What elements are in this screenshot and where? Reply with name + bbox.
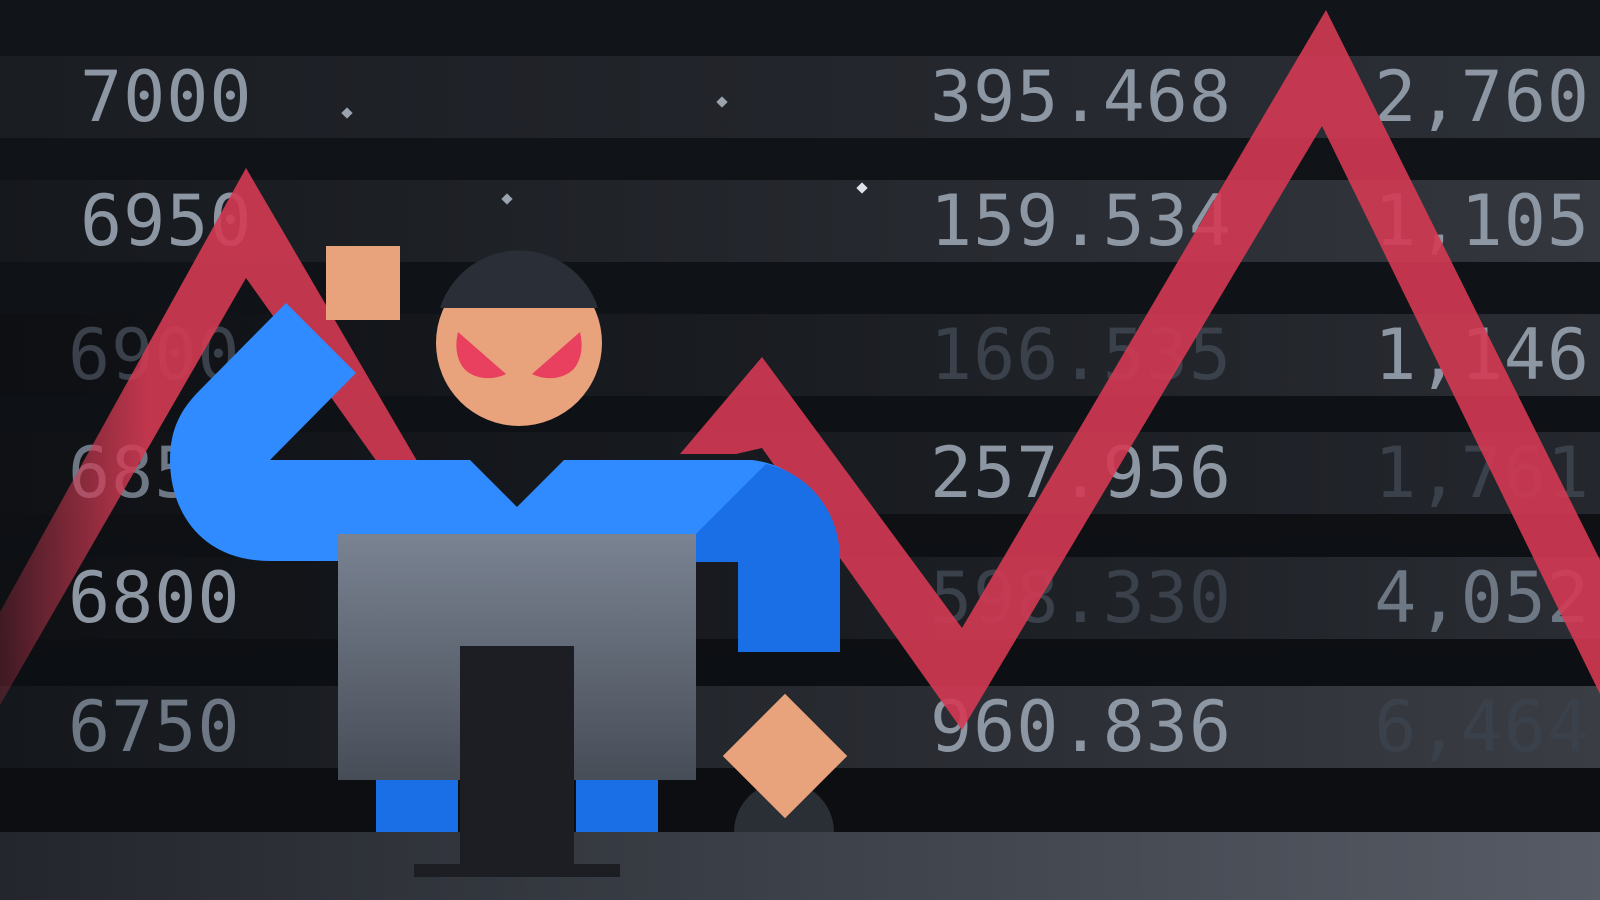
desk-surface — [0, 832, 1600, 900]
left-leg — [376, 780, 458, 832]
illustration-scene: 7000 395.468 2,760 6950 159.534 1,105 69… — [0, 0, 1600, 900]
sparkle-icon — [716, 96, 728, 108]
monitor-base — [414, 864, 620, 877]
sparkle-dots — [341, 96, 868, 205]
held-cube-icon — [326, 246, 400, 320]
right-leg — [576, 780, 658, 832]
hood — [440, 250, 598, 308]
diamond-gem-icon — [722, 693, 848, 819]
illustration-svg — [0, 10, 1600, 900]
monitor-stand — [460, 646, 574, 868]
sparkle-icon — [501, 193, 513, 205]
sparkle-icon — [856, 182, 868, 194]
sparkle-icon — [341, 107, 353, 119]
